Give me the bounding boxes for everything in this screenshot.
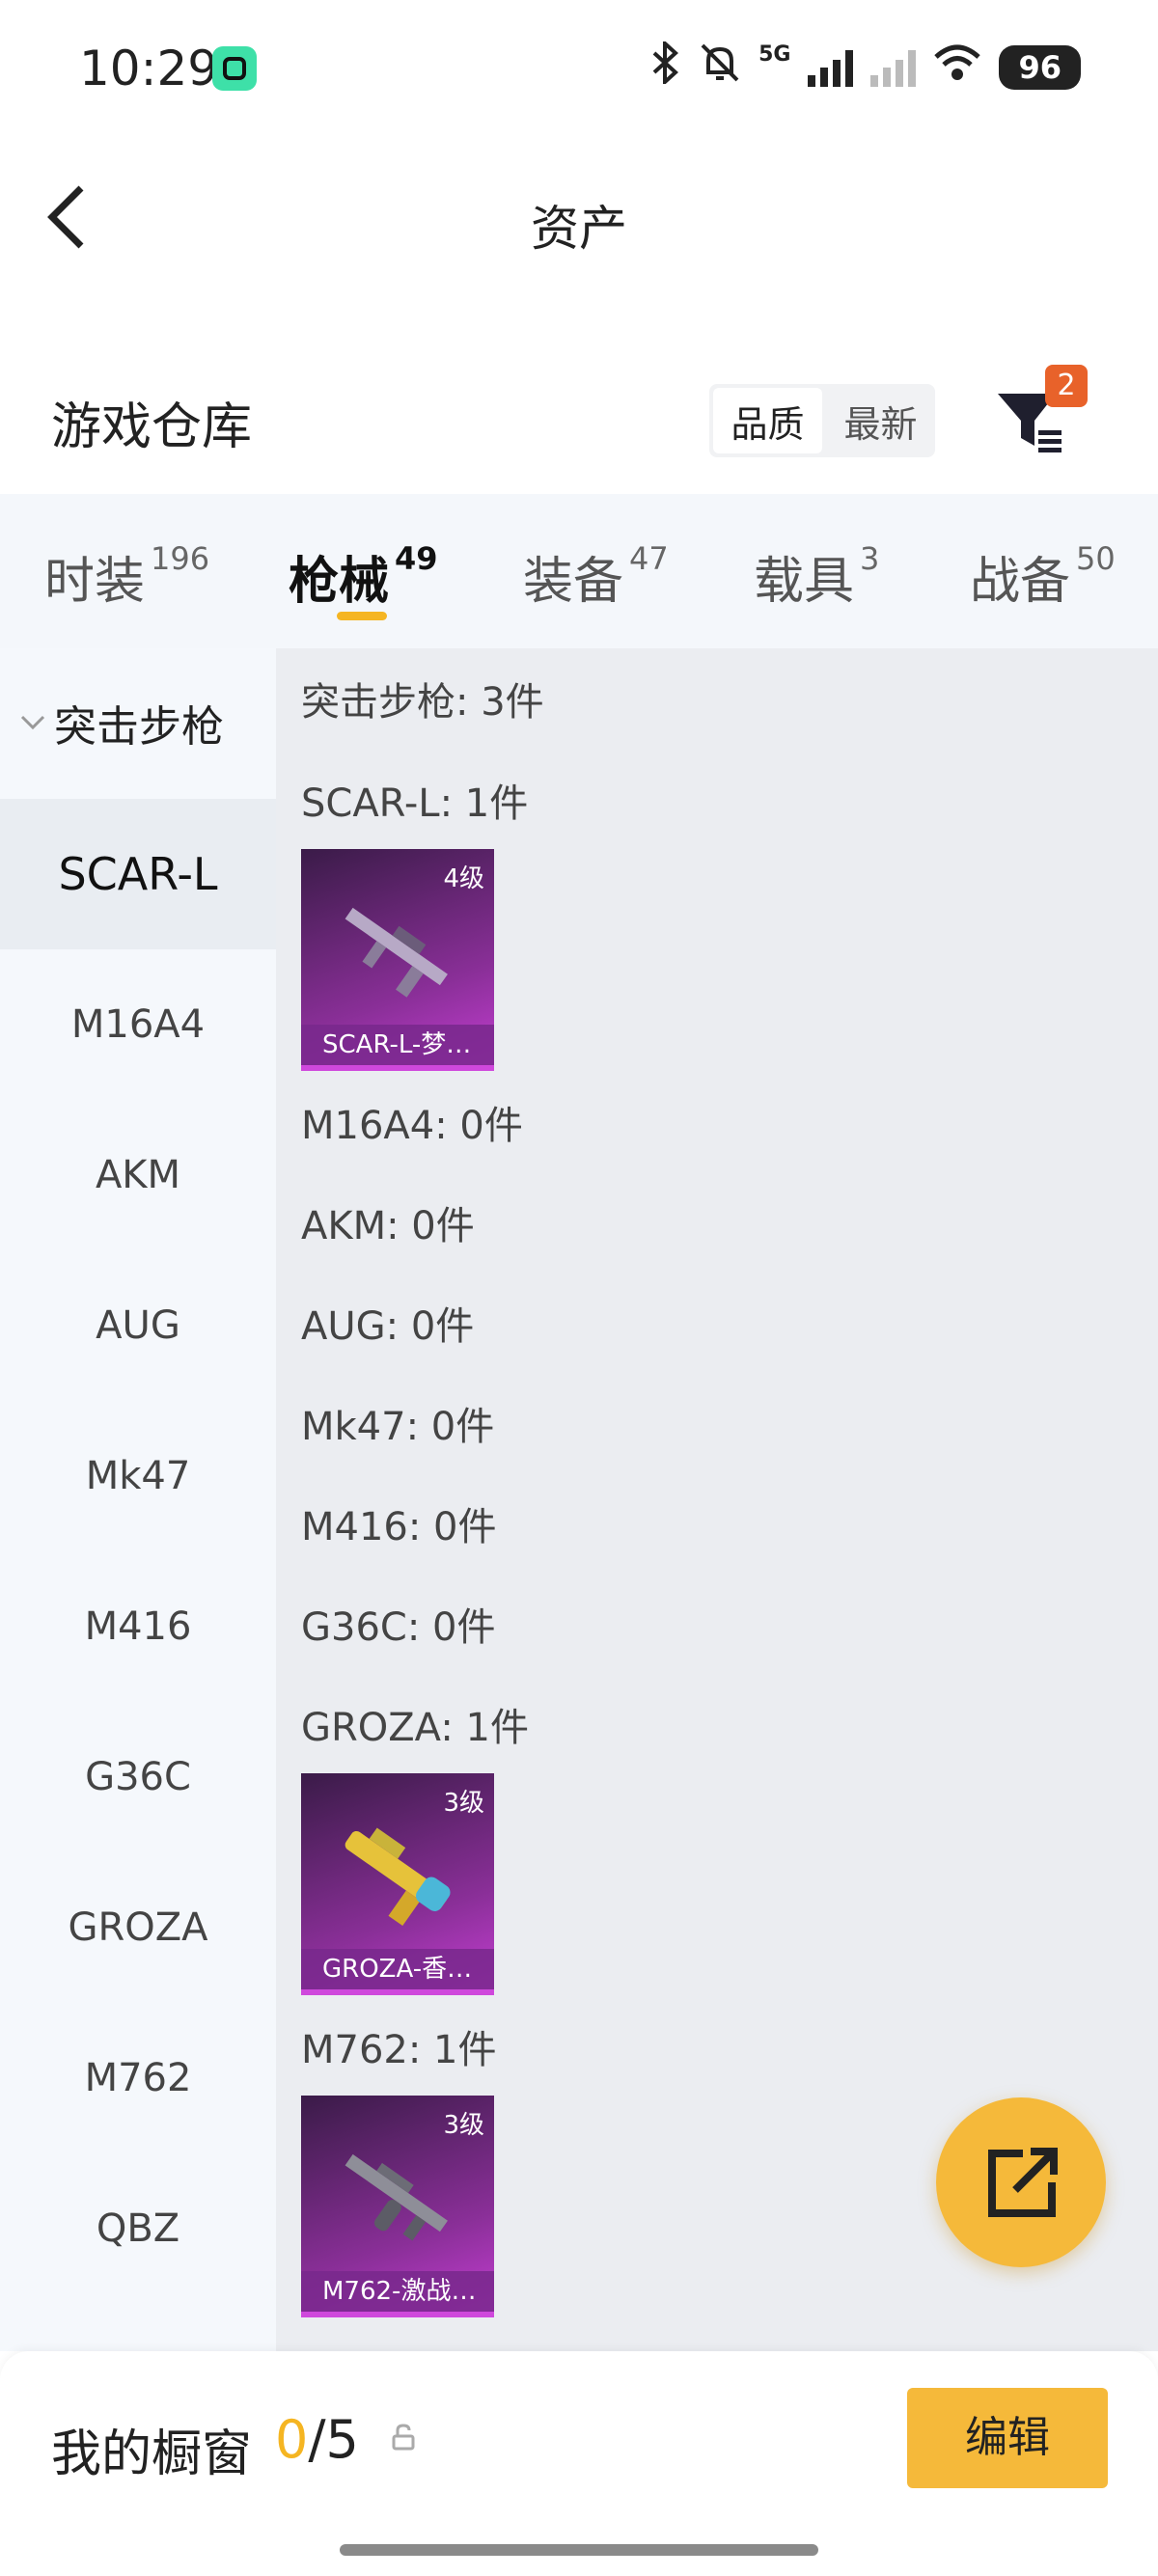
showcase-bar: 我的橱窗 0/5 编辑	[0, 2351, 1158, 2576]
group-label: Mk47: 0件	[301, 1405, 495, 1449]
sidebar-item-mk47[interactable]: Mk47	[0, 1401, 276, 1551]
group-label: M416: 0件	[301, 1505, 497, 1549]
tab-tactical-gear[interactable]: 战备 50	[970, 540, 1116, 613]
weapon-card-groza[interactable]: 3级 GROZA-香…	[301, 1773, 494, 1995]
sidebar-item-akm[interactable]: AKM	[0, 1100, 276, 1250]
external-link-icon	[988, 2148, 1058, 2217]
sidebar-item-qbz[interactable]: QBZ	[0, 2153, 276, 2304]
category-label: 突击步枪	[54, 702, 224, 752]
weapon-sidebar: 突击步枪 SCAR-L M16A4 AKM AUG Mk47 M416 G36C…	[0, 648, 276, 2351]
edit-button[interactable]: 编辑	[907, 2388, 1108, 2488]
sidebar-item-scar-l[interactable]: SCAR-L	[0, 799, 276, 949]
mute-bell-icon	[699, 41, 741, 94]
category-summary: 突击步枪: 3件	[301, 680, 544, 725]
group-label: M762: 1件	[301, 2028, 497, 2072]
sidebar-item-g36c[interactable]: G36C	[0, 1702, 276, 1852]
chevron-down-icon	[20, 715, 45, 730]
lock-icon	[392, 2424, 415, 2451]
item-name: GROZA-香…	[301, 1949, 494, 1989]
signal-strength-icon	[808, 48, 854, 87]
rifle-icon	[345, 1827, 451, 1927]
group-label: G36C: 0件	[301, 1605, 496, 1650]
showcase-title: 我的橱窗	[51, 2425, 253, 2483]
page-title: 资产	[531, 201, 627, 257]
battery-indicator: 96	[999, 45, 1081, 90]
showcase-count: 0/5	[275, 2409, 359, 2470]
status-time: 10:29	[79, 41, 219, 96]
tab-equipment[interactable]: 装备 47	[523, 540, 669, 613]
sidebar-item-m16a4[interactable]: M16A4	[0, 949, 276, 1100]
sort-quality-button[interactable]: 品质	[713, 388, 822, 453]
group-label: AUG: 0件	[301, 1304, 475, 1349]
filter-button[interactable]: 2	[992, 365, 1098, 471]
filter-count-badge: 2	[1045, 365, 1088, 407]
wifi-icon	[933, 43, 981, 92]
sidebar-item-aug[interactable]: AUG	[0, 1250, 276, 1401]
bluetooth-icon	[648, 39, 681, 94]
weapon-content: 突击步枪: 3件 SCAR-L: 1件 4级 SCAR-L-梦… M16A4: …	[276, 648, 1158, 2351]
tab-fashion[interactable]: 时装 196	[44, 540, 209, 613]
app-notification-icon	[212, 46, 257, 91]
home-indicator	[340, 2544, 818, 2556]
share-button[interactable]	[936, 2097, 1106, 2267]
sidebar-item-m416[interactable]: M416	[0, 1551, 276, 1702]
network-type: 5G	[758, 42, 791, 67]
header: 资产	[0, 140, 1158, 304]
weapon-card-scar-l[interactable]: 4级 SCAR-L-梦…	[301, 849, 494, 1071]
sidebar-item-groza[interactable]: GROZA	[0, 1852, 276, 2003]
tab-vehicles[interactable]: 载具 3	[754, 540, 879, 613]
weapon-card-m762[interactable]: 3级 M762-激战…	[301, 2096, 494, 2317]
category-header[interactable]: 突击步枪	[19, 692, 224, 754]
group-label: M16A4: 0件	[301, 1104, 523, 1148]
status-bar: 10:29 5G 96	[0, 0, 1158, 140]
signal-strength-2-icon	[870, 48, 917, 87]
group-label: AKM: 0件	[301, 1204, 475, 1248]
warehouse-title: 游戏仓库	[51, 398, 253, 456]
sort-latest-button[interactable]: 最新	[826, 384, 935, 457]
status-icons: 5G 96	[648, 39, 1081, 96]
item-name: SCAR-L-梦…	[301, 1025, 494, 1065]
rifle-icon	[345, 2153, 448, 2241]
rifle-icon	[345, 907, 448, 998]
tab-firearms[interactable]: 枪械 49	[289, 540, 438, 613]
group-label: SCAR-L: 1件	[301, 781, 529, 826]
sort-toggle: 品质 最新	[709, 384, 935, 457]
category-tabs: 时装 196 枪械 49 装备 47 载具 3 战备 50	[0, 494, 1158, 648]
active-tab-indicator	[337, 612, 387, 620]
item-name: M762-激战…	[301, 2271, 494, 2312]
sidebar-item-m762[interactable]: M762	[0, 2003, 276, 2153]
group-label: GROZA: 1件	[301, 1706, 529, 1750]
